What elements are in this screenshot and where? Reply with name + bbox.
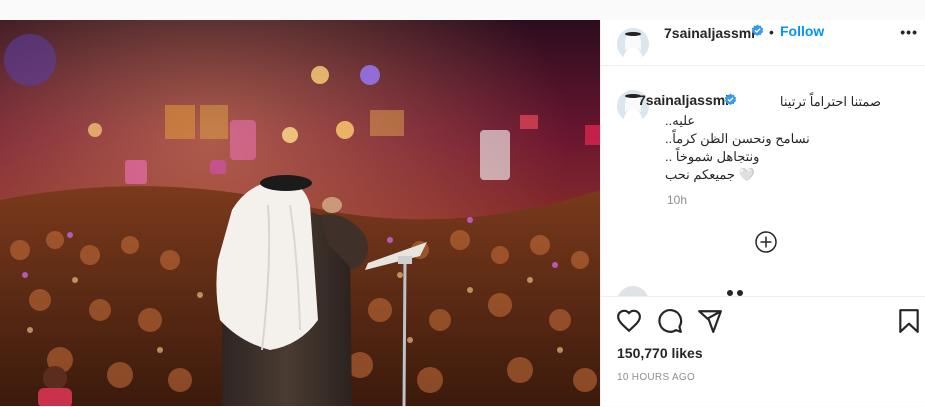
caption-username[interactable]: 7sainaljassmi <box>638 92 729 108</box>
post-sidebar: 7sainaljassmi • Follow ••• 7sainaljassmi <box>600 20 925 406</box>
caption-line: .. ونتجاهل شموخاً <box>665 149 760 164</box>
follow-button[interactable]: Follow <box>780 23 824 39</box>
post-photo[interactable] <box>0 20 600 406</box>
post-timestamp[interactable]: 10 HOURS AGO <box>617 372 695 383</box>
separator-dot: • <box>769 24 774 40</box>
bookmark-icon[interactable] <box>896 308 922 334</box>
paper-plane-icon[interactable] <box>697 308 723 334</box>
post-header: 7sainaljassmi • Follow ••• <box>601 20 925 66</box>
concert-photo <box>0 20 600 406</box>
likes-count[interactable]: 150,770 likes <box>617 345 703 361</box>
avatar[interactable] <box>617 28 649 60</box>
heart-icon[interactable] <box>616 308 642 334</box>
instagram-post: 7sainaljassmi • Follow ••• 7sainaljassmi <box>0 20 925 406</box>
comments-area: 7sainaljassmi صمتنا احتراماً ترتينا ..عل… <box>601 66 925 296</box>
verified-badge-icon <box>724 93 737 106</box>
plus-circle-icon[interactable] <box>755 231 777 253</box>
caption-text: ..عليه ..نسامح ونحسن الظن كرماً .. ونتجا… <box>665 112 810 184</box>
avatar-image <box>617 28 649 60</box>
caption-line: جميعكم نحب 🤍 <box>665 167 755 182</box>
comment-icon[interactable] <box>657 308 683 334</box>
cut-off-comment <box>618 286 743 296</box>
verified-badge-icon <box>751 24 764 37</box>
caption-first-line: صمتنا احتراماً ترتينا <box>779 94 881 109</box>
caption-line: ..عليه <box>665 113 696 128</box>
username-link[interactable]: 7sainaljassmi <box>664 25 755 41</box>
more-options-icon[interactable]: ••• <box>900 24 918 40</box>
caption-line: ..نسامح ونحسن الظن كرماً <box>665 131 810 146</box>
caption-timestamp[interactable]: 10h <box>667 193 687 207</box>
action-bar: 150,770 likes 10 HOURS AGO <box>601 296 925 407</box>
